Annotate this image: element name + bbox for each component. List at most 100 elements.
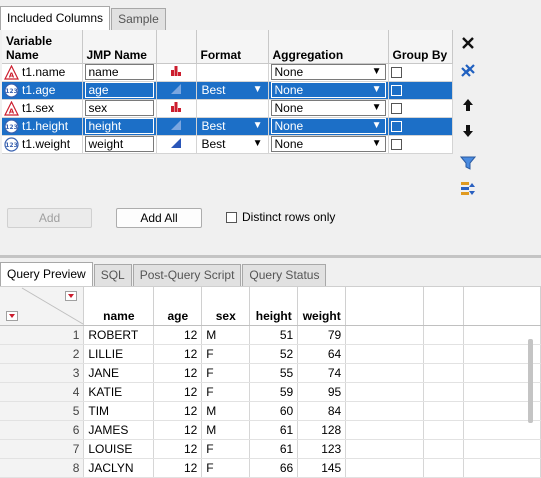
jmp-name-input[interactable]: age <box>84 82 154 98</box>
data-cell: 12 <box>153 325 203 345</box>
variable-name-cell: At1.name <box>2 63 83 82</box>
variable-name-label: t1.name <box>22 65 66 80</box>
modeling-type-cell[interactable] <box>156 81 197 100</box>
jmp-name-input[interactable]: name <box>84 64 154 80</box>
group-by-checkbox[interactable] <box>390 139 402 151</box>
svg-text:A: A <box>9 71 15 79</box>
column-header[interactable]: name <box>83 287 155 326</box>
row-number: 5 <box>0 401 85 421</box>
aggregation-cell: None ▼ <box>268 63 389 82</box>
tab-sample[interactable]: Sample <box>111 8 166 30</box>
aggregation-dropdown[interactable]: None ▼ <box>270 100 386 116</box>
panel-splitter[interactable] <box>0 255 541 258</box>
table-row[interactable]: 4 KATIE 12 F 59 95 <box>0 382 541 402</box>
format-dropdown[interactable]: Best ▼ <box>199 118 266 134</box>
tab-sql[interactable]: SQL <box>93 264 132 286</box>
add-button[interactable]: Add <box>7 208 92 228</box>
format-dropdown[interactable]: Best ▼ <box>199 136 266 152</box>
empty-cell <box>423 382 465 402</box>
table-row[interactable]: 7 LOUISE 12 F 61 123 <box>0 439 541 459</box>
row-menu-icon[interactable] <box>6 311 18 321</box>
query-preview-grid: name age sex height weight 1 ROBERT 12 M 51 79 2 LI… <box>0 286 541 478</box>
modeling-type-cell[interactable] <box>156 99 197 118</box>
move-up-icon[interactable] <box>457 94 479 116</box>
aggregation-value: None <box>274 65 304 79</box>
aggregation-cell: None ▼ <box>268 81 389 100</box>
data-cell: 84 <box>297 401 347 421</box>
table-row[interactable]: 8 JACLYN 12 F 66 145 <box>0 458 541 478</box>
tab-query-status[interactable]: Query Status <box>242 264 327 286</box>
format-cell[interactable] <box>196 63 269 82</box>
sort-icon[interactable] <box>457 178 479 200</box>
column-row[interactable]: 123 t1.age age Best ▼ None ▼ <box>2 81 453 100</box>
column-row[interactable]: At1.name name None ▼ <box>2 63 453 82</box>
bottom-tab-bar: Query Preview SQL Post-Query Script Quer… <box>0 262 327 286</box>
empty-cell <box>345 325 425 345</box>
data-cell: F <box>201 439 251 459</box>
group-by-checkbox[interactable] <box>390 103 402 115</box>
column-menu-icon[interactable] <box>65 291 77 301</box>
data-cell: 12 <box>153 344 203 364</box>
group-by-cell <box>388 135 453 154</box>
table-row[interactable]: 5 TIM 12 M 60 84 <box>0 401 541 421</box>
variable-name-label: t1.height <box>22 119 69 134</box>
format-dropdown[interactable]: Best ▼ <box>199 82 266 98</box>
group-by-checkbox[interactable] <box>390 85 402 97</box>
aggregation-value: None <box>274 101 304 115</box>
aggregation-dropdown[interactable]: None ▼ <box>270 64 386 80</box>
group-by-checkbox[interactable] <box>390 67 402 79</box>
column-row[interactable]: At1.sex sex None ▼ <box>2 99 453 118</box>
jmp-name-input[interactable]: weight <box>84 136 154 152</box>
row-number: 8 <box>0 458 85 478</box>
column-header[interactable]: weight <box>297 287 347 326</box>
aggregation-dropdown[interactable]: None ▼ <box>270 118 386 134</box>
column-row[interactable]: 123 t1.height height Best ▼ None ▼ <box>2 117 453 136</box>
data-cell: 123 <box>297 439 347 459</box>
aggregation-dropdown[interactable]: None ▼ <box>270 82 386 98</box>
jmp-name-input[interactable]: height <box>84 118 154 134</box>
close-icon[interactable] <box>457 32 479 54</box>
remove-all-icon[interactable] <box>457 60 479 82</box>
distinct-rows-checkbox[interactable] <box>226 211 237 223</box>
tab-query-preview[interactable]: Query Preview <box>0 262 93 286</box>
tab-post-query-script[interactable]: Post-Query Script <box>132 264 242 286</box>
distinct-rows-option[interactable]: Distinct rows only <box>226 210 335 224</box>
format-cell[interactable]: Best ▼ <box>196 81 269 100</box>
column-header[interactable]: height <box>249 287 299 326</box>
modeling-type-cell[interactable] <box>156 63 197 82</box>
numeric-type-icon: 123 <box>4 83 19 98</box>
column-header[interactable]: age <box>153 287 203 326</box>
table-row[interactable]: 3 JANE 12 F 55 74 <box>0 363 541 383</box>
row-number: 7 <box>0 439 85 459</box>
row-number: 3 <box>0 363 85 383</box>
vertical-scrollbar[interactable] <box>528 339 533 423</box>
format-cell[interactable]: Best ▼ <box>196 135 269 154</box>
empty-cell <box>423 439 465 459</box>
column-row[interactable]: 123 t1.weight weight Best ▼ None ▼ <box>2 135 453 154</box>
filter-icon[interactable] <box>457 152 479 174</box>
modeling-type-cell[interactable] <box>156 135 197 154</box>
add-all-button[interactable]: Add All <box>116 208 202 228</box>
jmp-name-input[interactable]: sex <box>84 100 154 116</box>
table-row[interactable]: 6 JAMES 12 M 61 128 <box>0 420 541 440</box>
chevron-down-icon: ▼ <box>371 120 382 131</box>
group-by-checkbox[interactable] <box>390 121 402 133</box>
table-row[interactable]: 2 LILLIE 12 F 52 64 <box>0 344 541 364</box>
included-columns-panel: Variable Name JMP Name Format Aggregatio… <box>0 30 541 228</box>
data-cell: 128 <box>297 420 347 440</box>
group-by-cell <box>388 99 453 118</box>
modeling-type-cell[interactable] <box>156 117 197 136</box>
preview-table: name age sex height weight 1 ROBERT 12 M 51 79 2 LI… <box>0 287 541 478</box>
format-cell[interactable]: Best ▼ <box>196 117 269 136</box>
move-down-icon[interactable] <box>457 120 479 142</box>
format-cell[interactable] <box>196 99 269 118</box>
aggregation-dropdown[interactable]: None ▼ <box>270 136 386 152</box>
aggregation-value: None <box>274 83 304 97</box>
empty-cell <box>463 458 541 478</box>
table-row[interactable]: 1 ROBERT 12 M 51 79 <box>0 325 541 345</box>
data-cell: 55 <box>249 363 299 383</box>
empty-cell <box>345 458 425 478</box>
column-header[interactable]: sex <box>201 287 251 326</box>
tab-included-columns[interactable]: Included Columns <box>0 6 111 30</box>
data-cell: JAMES <box>83 420 155 440</box>
